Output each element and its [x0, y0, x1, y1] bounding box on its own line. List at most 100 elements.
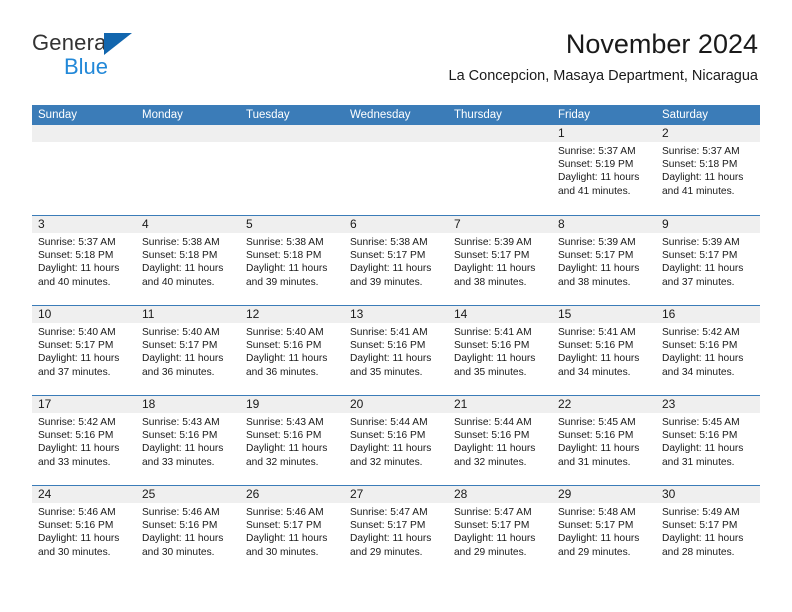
day-number: 1 — [552, 125, 656, 142]
day-number: 13 — [344, 306, 448, 323]
day-details: Sunrise: 5:39 AM Sunset: 5:17 PM Dayligh… — [552, 233, 656, 289]
day-cell[interactable]: 26 Sunrise: 5:46 AM Sunset: 5:17 PM Dayl… — [240, 486, 344, 575]
day-cell[interactable]: 27 Sunrise: 5:47 AM Sunset: 5:17 PM Dayl… — [344, 486, 448, 575]
day-cell[interactable]: 21 Sunrise: 5:44 AM Sunset: 5:16 PM Dayl… — [448, 396, 552, 485]
sunrise-text: Sunrise: 5:45 AM — [662, 417, 740, 428]
day-details: Sunrise: 5:40 AM Sunset: 5:17 PM Dayligh… — [136, 323, 240, 379]
page-subtitle: La Concepcion, Masaya Department, Nicara… — [448, 68, 759, 84]
day-number: 2 — [656, 125, 760, 142]
day-details: Sunrise: 5:49 AM Sunset: 5:17 PM Dayligh… — [656, 503, 760, 559]
daylight-line1: Daylight: 11 hours — [38, 443, 120, 455]
daylight-line2: and 40 minutes. — [38, 276, 111, 288]
calendar-grid: Sunday Monday Tuesday Wednesday Thursday… — [32, 105, 760, 575]
day-cell[interactable]: 24 Sunrise: 5:46 AM Sunset: 5:16 PM Dayl… — [32, 486, 136, 575]
sunrise-text: Sunrise: 5:40 AM — [142, 327, 220, 338]
day-cell[interactable]: 4 Sunrise: 5:38 AM Sunset: 5:18 PM Dayli… — [136, 216, 240, 305]
sunrise-text: Sunrise: 5:47 AM — [350, 507, 428, 518]
day-cell[interactable]: 28 Sunrise: 5:47 AM Sunset: 5:17 PM Dayl… — [448, 486, 552, 575]
day-cell[interactable]: 1 Sunrise: 5:37 AM Sunset: 5:19 PM Dayli… — [552, 125, 656, 215]
day-cell — [240, 125, 344, 215]
logo-text-general: General — [32, 30, 112, 55]
generalblue-logo[interactable]: General Blue — [32, 30, 172, 82]
sunrise-text: Sunrise: 5:44 AM — [350, 417, 428, 428]
sunset-text: Sunset: 5:16 PM — [350, 430, 426, 442]
daylight-line1: Daylight: 11 hours — [38, 353, 120, 365]
day-cell — [136, 125, 240, 215]
day-cell[interactable]: 23 Sunrise: 5:45 AM Sunset: 5:16 PM Dayl… — [656, 396, 760, 485]
day-cell[interactable]: 8 Sunrise: 5:39 AM Sunset: 5:17 PM Dayli… — [552, 216, 656, 305]
sunrise-text: Sunrise: 5:43 AM — [142, 417, 220, 428]
day-details: Sunrise: 5:46 AM Sunset: 5:16 PM Dayligh… — [32, 503, 136, 559]
sunrise-text: Sunrise: 5:47 AM — [454, 507, 532, 518]
day-cell[interactable]: 20 Sunrise: 5:44 AM Sunset: 5:16 PM Dayl… — [344, 396, 448, 485]
daylight-line2: and 32 minutes. — [350, 456, 423, 468]
day-details: Sunrise: 5:37 AM Sunset: 5:19 PM Dayligh… — [552, 142, 656, 198]
daylight-line2: and 30 minutes. — [142, 546, 215, 558]
day-cell[interactable]: 22 Sunrise: 5:45 AM Sunset: 5:16 PM Dayl… — [552, 396, 656, 485]
logo-triangle-icon — [104, 33, 132, 55]
sunset-text: Sunset: 5:16 PM — [662, 430, 738, 442]
day-details: Sunrise: 5:43 AM Sunset: 5:16 PM Dayligh… — [240, 413, 344, 469]
daylight-line1: Daylight: 11 hours — [662, 353, 744, 365]
day-cell — [448, 125, 552, 215]
day-details — [240, 142, 344, 145]
daylight-line2: and 30 minutes. — [38, 546, 111, 558]
week-row: 17 Sunrise: 5:42 AM Sunset: 5:16 PM Dayl… — [32, 395, 760, 485]
daylight-line1: Daylight: 11 hours — [142, 533, 224, 545]
daylight-line2: and 28 minutes. — [662, 546, 735, 558]
sunrise-text: Sunrise: 5:41 AM — [350, 327, 428, 338]
sunset-text: Sunset: 5:19 PM — [558, 159, 634, 171]
day-cell[interactable]: 3 Sunrise: 5:37 AM Sunset: 5:18 PM Dayli… — [32, 216, 136, 305]
daylight-line2: and 37 minutes. — [662, 276, 735, 288]
daylight-line1: Daylight: 11 hours — [454, 533, 536, 545]
day-number: 6 — [344, 216, 448, 233]
daylight-line1: Daylight: 11 hours — [350, 443, 432, 455]
day-cell[interactable]: 2 Sunrise: 5:37 AM Sunset: 5:18 PM Dayli… — [656, 125, 760, 215]
sunset-text: Sunset: 5:17 PM — [662, 250, 738, 262]
day-cell[interactable]: 11 Sunrise: 5:40 AM Sunset: 5:17 PM Dayl… — [136, 306, 240, 395]
weekday-header-saturday: Saturday — [662, 109, 709, 121]
day-number — [32, 125, 136, 142]
day-number: 11 — [136, 306, 240, 323]
sunrise-text: Sunrise: 5:45 AM — [558, 417, 636, 428]
day-cell — [32, 125, 136, 215]
day-number — [240, 125, 344, 142]
day-cell[interactable]: 19 Sunrise: 5:43 AM Sunset: 5:16 PM Dayl… — [240, 396, 344, 485]
day-details: Sunrise: 5:38 AM Sunset: 5:17 PM Dayligh… — [344, 233, 448, 289]
day-number: 5 — [240, 216, 344, 233]
sunset-text: Sunset: 5:17 PM — [454, 520, 530, 532]
sunset-text: Sunset: 5:16 PM — [38, 520, 114, 532]
day-details: Sunrise: 5:45 AM Sunset: 5:16 PM Dayligh… — [552, 413, 656, 469]
daylight-line2: and 31 minutes. — [558, 456, 631, 468]
day-details — [136, 142, 240, 145]
sunset-text: Sunset: 5:16 PM — [142, 430, 218, 442]
sunset-text: Sunset: 5:16 PM — [454, 340, 530, 352]
sunset-text: Sunset: 5:18 PM — [142, 250, 218, 262]
day-cell[interactable]: 16 Sunrise: 5:42 AM Sunset: 5:16 PM Dayl… — [656, 306, 760, 395]
day-cell[interactable]: 14 Sunrise: 5:41 AM Sunset: 5:16 PM Dayl… — [448, 306, 552, 395]
daylight-line1: Daylight: 11 hours — [246, 353, 328, 365]
day-cell[interactable]: 17 Sunrise: 5:42 AM Sunset: 5:16 PM Dayl… — [32, 396, 136, 485]
daylight-line1: Daylight: 11 hours — [142, 443, 224, 455]
day-details: Sunrise: 5:37 AM Sunset: 5:18 PM Dayligh… — [32, 233, 136, 289]
weekday-header-monday: Monday — [142, 109, 183, 121]
day-details: Sunrise: 5:42 AM Sunset: 5:16 PM Dayligh… — [32, 413, 136, 469]
day-cell[interactable]: 29 Sunrise: 5:48 AM Sunset: 5:17 PM Dayl… — [552, 486, 656, 575]
day-number: 23 — [656, 396, 760, 413]
day-cell[interactable]: 13 Sunrise: 5:41 AM Sunset: 5:16 PM Dayl… — [344, 306, 448, 395]
day-cell[interactable]: 7 Sunrise: 5:39 AM Sunset: 5:17 PM Dayli… — [448, 216, 552, 305]
daylight-line1: Daylight: 11 hours — [350, 533, 432, 545]
day-cell[interactable]: 15 Sunrise: 5:41 AM Sunset: 5:16 PM Dayl… — [552, 306, 656, 395]
sunset-text: Sunset: 5:17 PM — [142, 340, 218, 352]
day-details — [32, 142, 136, 145]
day-cell[interactable]: 18 Sunrise: 5:43 AM Sunset: 5:16 PM Dayl… — [136, 396, 240, 485]
sunset-text: Sunset: 5:18 PM — [246, 250, 322, 262]
day-cell[interactable]: 30 Sunrise: 5:49 AM Sunset: 5:17 PM Dayl… — [656, 486, 760, 575]
day-cell[interactable]: 25 Sunrise: 5:46 AM Sunset: 5:16 PM Dayl… — [136, 486, 240, 575]
page-header: General Blue November 2024 La Concepcion… — [0, 0, 792, 104]
day-cell[interactable]: 5 Sunrise: 5:38 AM Sunset: 5:18 PM Dayli… — [240, 216, 344, 305]
day-cell[interactable]: 9 Sunrise: 5:39 AM Sunset: 5:17 PM Dayli… — [656, 216, 760, 305]
day-cell[interactable]: 12 Sunrise: 5:40 AM Sunset: 5:16 PM Dayl… — [240, 306, 344, 395]
day-cell[interactable]: 6 Sunrise: 5:38 AM Sunset: 5:17 PM Dayli… — [344, 216, 448, 305]
day-cell[interactable]: 10 Sunrise: 5:40 AM Sunset: 5:17 PM Dayl… — [32, 306, 136, 395]
